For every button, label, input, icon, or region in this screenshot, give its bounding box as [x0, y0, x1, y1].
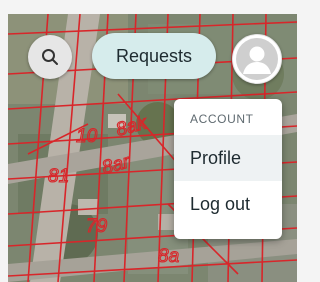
- parcel-number: 81: [48, 166, 69, 187]
- requests-label: Requests: [115, 45, 193, 66]
- menu-item-label: Log out: [190, 194, 251, 214]
- parcel-number: 10: [76, 126, 98, 147]
- account-avatar-button[interactable]: [232, 34, 282, 84]
- account-menu-header: ACCOUNT: [190, 112, 254, 126]
- parcel-number: 79: [86, 216, 108, 237]
- search-button[interactable]: [28, 35, 72, 79]
- parcel-number: 8ar: [100, 151, 133, 179]
- parcel-number: 8a: [158, 246, 179, 267]
- menu-item-profile[interactable]: Profile: [174, 135, 282, 181]
- menu-item-label: Profile: [190, 148, 242, 168]
- account-menu: ACCOUNT Profile Log out: [174, 99, 282, 239]
- menu-item-logout[interactable]: Log out: [174, 181, 282, 227]
- parcel-number: 8ak: [114, 112, 150, 141]
- requests-button[interactable]: Requests: [92, 33, 216, 79]
- user-avatar-icon: [236, 38, 278, 80]
- search-icon: [41, 48, 59, 66]
